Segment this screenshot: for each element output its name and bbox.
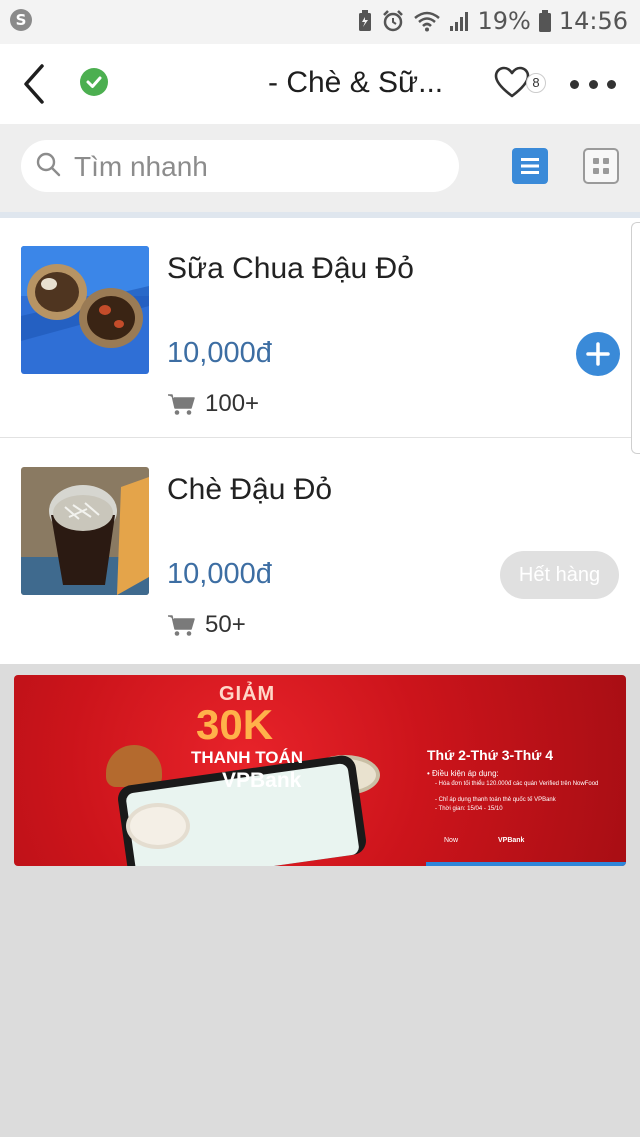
list-view-button[interactable] [512,148,548,184]
list-item[interactable]: Chè Đậu Đỏ 10,000đ 50+ Hết hàng [0,439,640,664]
battery-icon [538,10,551,32]
product-image[interactable] [21,467,149,595]
heart-icon [494,66,530,98]
product-name: Sữa Chua Đậu Đỏ [167,252,414,285]
skype-icon: S [10,9,32,31]
cart-icon [168,615,195,636]
banner-days: Thứ 2-Thứ 3-Thứ 4 [427,747,554,763]
sold-count: 100+ [167,390,259,418]
back-button[interactable] [18,62,58,106]
battery-percent: 19% [477,7,531,35]
burger-image [106,745,162,787]
plus-icon [586,342,610,366]
banner-bank-name: VPBank [222,769,302,792]
product-price: 10,000đ [167,337,272,369]
clock-time: 14:56 [558,7,628,35]
promo-banner[interactable]: GIẢM 30K THANH TOÁN VPBank Thứ 2-Thứ 3-T… [14,675,626,866]
product-image[interactable] [21,246,149,374]
banner-progress-bar [426,862,626,866]
search-input[interactable] [74,150,444,184]
list-item[interactable]: Sữa Chua Đậu Đỏ 10,000đ 100+ [0,218,640,454]
product-price: 10,000đ [167,558,272,590]
banner-amount: 30K [196,701,274,748]
alarm-icon [383,10,404,32]
status-bar: S 19% 14:56 [0,0,640,44]
dish-image [126,803,190,849]
battery-saver-icon [359,10,372,31]
back-arrow-icon [24,64,44,104]
search-icon [36,152,61,177]
grid-view-button[interactable] [583,148,619,184]
sold-count-text: 100+ [205,390,260,417]
app-header: - Chè & Sữ... 8 [0,44,640,124]
signal-icon [450,12,469,31]
cart-icon [168,394,195,415]
sold-count: 50+ [167,611,246,639]
add-to-cart-button[interactable] [576,332,620,376]
banner-conditions-title: • Điều kiện áp dụng: [427,769,499,778]
search-bar-row [0,124,640,212]
status-icons: 19% 14:56 [357,6,628,36]
sold-out-button: Hết hàng [500,551,619,599]
banner-condition: - Chỉ áp dụng thanh toán thẻ quốc tế VPB… [435,797,556,803]
banner-condition: - Hóa đơn tối thiểu 120.000đ các quán Ve… [435,781,599,787]
verified-check-icon [80,68,108,96]
wifi-icon [414,11,441,32]
banner-payment-label: THANH TOÁN [191,748,304,767]
now-logo: Now [444,837,459,844]
vpbank-logo: VPBank [498,837,525,844]
list-view-icon [521,158,539,174]
more-options-button[interactable] [570,74,616,94]
page-title: - Chè & Sữ... [268,66,444,99]
grid-view-icon [593,158,609,174]
product-list: Sữa Chua Đậu Đỏ 10,000đ 100+ Chè Đậu Đỏ … [0,218,640,664]
product-name: Chè Đậu Đỏ [167,473,333,506]
sold-count-text: 50+ [205,611,246,638]
scroll-indicator[interactable] [631,222,640,454]
more-dots-icon [570,79,579,89]
banner-condition: - Thời gian: 15/04 - 15/10 [435,806,503,812]
favorite-count-badge: 8 [526,73,546,93]
